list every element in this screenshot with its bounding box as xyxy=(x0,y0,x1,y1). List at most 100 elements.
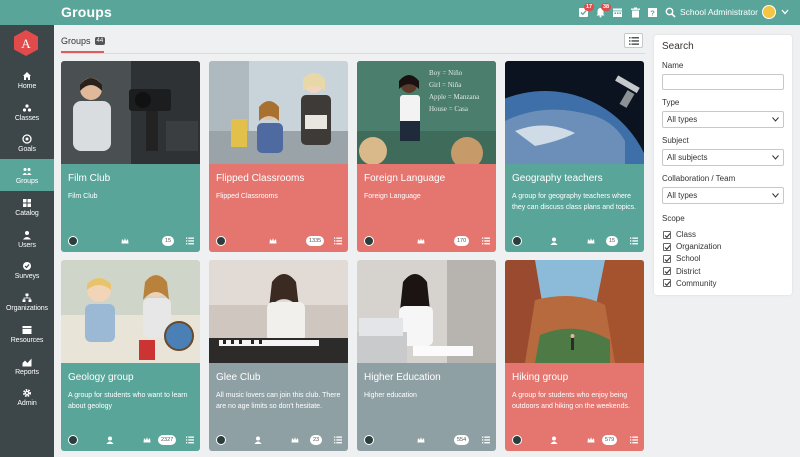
sidebar-item-goals[interactable]: Goals xyxy=(0,127,54,159)
sidebar-item-users[interactable]: Users xyxy=(0,223,54,255)
sidebar-item-groups[interactable]: Groups xyxy=(0,159,54,191)
trash-icon[interactable] xyxy=(630,7,641,18)
checkbox[interactable] xyxy=(663,230,671,239)
crown-icon[interactable] xyxy=(121,237,129,245)
group-card[interactable]: Flipped Classrooms Flipped Classrooms 1335 xyxy=(209,61,348,252)
search-icon[interactable] xyxy=(665,7,676,18)
list-icon[interactable] xyxy=(334,237,342,245)
group-image[interactable] xyxy=(209,61,348,164)
chevron-down-icon[interactable] xyxy=(781,9,789,15)
group-card[interactable]: Higher Education Higher education 554 xyxy=(357,260,496,451)
avatar[interactable] xyxy=(216,236,226,246)
sidebar-item-resources[interactable]: Resources xyxy=(0,318,54,350)
avatar[interactable] xyxy=(364,236,374,246)
user-icon[interactable] xyxy=(254,436,262,444)
collab-select-value: All types xyxy=(667,191,698,200)
collab-select[interactable]: All types xyxy=(662,187,784,204)
group-card[interactable]: Glee Club All music lovers can join this … xyxy=(209,260,348,451)
avatar[interactable] xyxy=(68,435,78,445)
group-image[interactable] xyxy=(61,260,200,363)
checkbox[interactable] xyxy=(663,242,671,251)
member-count-badge[interactable]: 170 xyxy=(454,236,470,246)
user-icon[interactable] xyxy=(106,436,114,444)
chevron-down-icon xyxy=(772,117,779,122)
gear-icon xyxy=(21,387,33,398)
scope-checkbox-district[interactable]: District xyxy=(663,267,700,276)
group-card[interactable]: Geology group A group for students who wa… xyxy=(61,260,200,451)
list-icon[interactable] xyxy=(186,237,194,245)
crown-icon[interactable] xyxy=(587,436,595,444)
list-icon[interactable] xyxy=(186,436,194,444)
group-image[interactable] xyxy=(209,260,348,363)
group-title[interactable]: Glee Club xyxy=(216,372,260,383)
list-icon[interactable] xyxy=(630,436,638,444)
group-title[interactable]: Film Club xyxy=(68,173,110,184)
group-card-footer: 23 xyxy=(216,435,342,445)
member-count-badge[interactable]: 554 xyxy=(454,435,470,445)
avatar[interactable] xyxy=(762,5,776,19)
scope-checkbox-community[interactable]: Community xyxy=(663,279,716,288)
subject-select-value: All subjects xyxy=(667,153,708,162)
list-view-button[interactable] xyxy=(624,33,643,48)
user-icon[interactable] xyxy=(550,237,558,245)
sidebar-item-surveys[interactable]: Surveys xyxy=(0,254,54,286)
group-card[interactable]: Geography teachers A group for geography … xyxy=(505,61,644,252)
group-image[interactable] xyxy=(357,260,496,363)
sidebar-item-catalog[interactable]: Catalog xyxy=(0,191,54,223)
subject-select[interactable]: All subjects xyxy=(662,149,784,166)
tab-groups[interactable]: Groups 44 xyxy=(61,36,106,46)
crown-icon[interactable] xyxy=(143,436,151,444)
scope-checkbox-organization[interactable]: Organization xyxy=(663,242,721,251)
group-title[interactable]: Geology group xyxy=(68,372,134,383)
group-title[interactable]: Flipped Classrooms xyxy=(216,173,304,184)
member-count-badge[interactable]: 15 xyxy=(606,236,619,246)
sidebar-item-reports[interactable]: Reports xyxy=(0,350,54,382)
avatar[interactable] xyxy=(364,435,374,445)
group-title[interactable]: Geography teachers xyxy=(512,173,603,184)
crown-icon[interactable] xyxy=(291,436,299,444)
list-icon[interactable] xyxy=(630,237,638,245)
checkbox[interactable] xyxy=(663,267,671,276)
group-card[interactable]: Hiking group A group for students who enj… xyxy=(505,260,644,451)
sidebar-item-home[interactable]: Home xyxy=(0,64,54,96)
member-count-badge[interactable]: 579 xyxy=(602,435,618,445)
help-icon[interactable]: ? xyxy=(647,7,658,18)
type-select[interactable]: All types xyxy=(662,111,784,128)
checkbox[interactable] xyxy=(663,279,671,288)
member-count-badge[interactable]: 2327 xyxy=(158,435,177,445)
crown-icon[interactable] xyxy=(417,436,425,444)
user-icon[interactable] xyxy=(550,436,558,444)
member-count-badge[interactable]: 1335 xyxy=(306,236,325,246)
sidebar-item-organizations[interactable]: Organizations xyxy=(0,286,54,318)
member-count-badge[interactable]: 23 xyxy=(310,435,323,445)
scope-checkbox-school[interactable]: School xyxy=(663,254,700,263)
group-card[interactable]: Film Club Film Club 15 xyxy=(61,61,200,252)
calendar-icon[interactable] xyxy=(612,7,623,18)
group-image[interactable] xyxy=(61,61,200,164)
sidebar-item-admin[interactable]: Admin xyxy=(0,381,54,413)
checkbox[interactable] xyxy=(663,254,671,263)
crown-icon[interactable] xyxy=(269,237,277,245)
avatar[interactable] xyxy=(68,236,78,246)
avatar[interactable] xyxy=(216,435,226,445)
group-image[interactable]: Boy = Niño Girl = Niña Apple = Manzana Hous… xyxy=(357,61,496,164)
app-logo-icon[interactable]: A xyxy=(14,30,38,56)
group-title[interactable]: Foreign Language xyxy=(364,173,445,184)
group-card[interactable]: Boy = Niño Girl = Niña Apple = Manzana Hous… xyxy=(357,61,496,252)
sidebar-item-classes[interactable]: Classes xyxy=(0,96,54,128)
scope-checkbox-class[interactable]: Class xyxy=(663,230,696,239)
name-input[interactable] xyxy=(662,74,784,90)
list-icon[interactable] xyxy=(334,436,342,444)
list-icon[interactable] xyxy=(482,237,490,245)
avatar[interactable] xyxy=(512,236,522,246)
group-image[interactable] xyxy=(505,61,644,164)
list-icon[interactable] xyxy=(482,436,490,444)
user-name[interactable]: School Administrator xyxy=(680,7,758,17)
avatar[interactable] xyxy=(512,435,522,445)
group-title[interactable]: Hiking group xyxy=(512,372,568,383)
member-count-badge[interactable]: 15 xyxy=(162,236,175,246)
group-image[interactable] xyxy=(505,260,644,363)
crown-icon[interactable] xyxy=(587,237,595,245)
group-title[interactable]: Higher Education xyxy=(364,372,441,383)
crown-icon[interactable] xyxy=(417,237,425,245)
